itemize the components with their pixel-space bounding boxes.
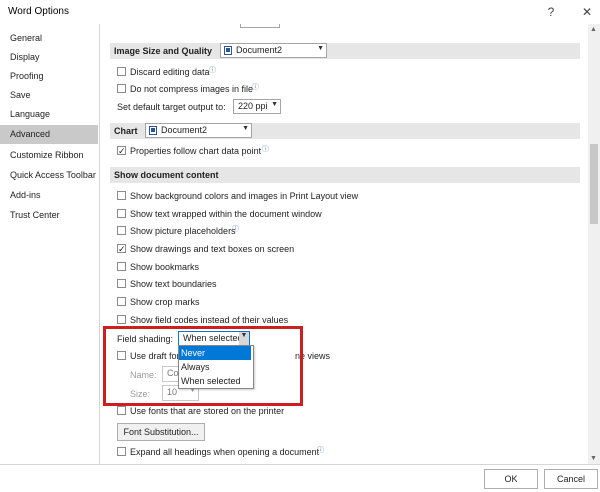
- show-field-codes-checkbox[interactable]: [117, 315, 126, 324]
- expand-headings-checkbox[interactable]: [117, 447, 126, 456]
- section-title: Show document content: [114, 170, 219, 180]
- image-size-document-select[interactable]: Document2 ▼: [220, 43, 327, 58]
- target-output-value: 220 ppi: [238, 101, 268, 111]
- show-text-boundaries-row[interactable]: Show text boundaries: [117, 277, 517, 291]
- show-bookmarks-row[interactable]: Show bookmarks: [117, 260, 517, 274]
- sidebar-item-general[interactable]: General: [0, 29, 98, 48]
- show-drawings-checkbox[interactable]: [117, 242, 126, 256]
- sidebar-item-quick-access-toolbar[interactable]: Quick Access Toolbar: [0, 166, 98, 185]
- ok-button[interactable]: OK: [484, 469, 538, 489]
- sidebar-item-customize-ribbon[interactable]: Customize Ribbon: [0, 146, 98, 165]
- close-button[interactable]: ✕: [577, 3, 597, 21]
- show-crop-marks-label: Show crop marks: [130, 297, 200, 307]
- show-field-codes-label: Show field codes instead of their values: [130, 315, 289, 325]
- show-text-boundaries-checkbox[interactable]: [117, 279, 126, 288]
- info-icon: ⓘ: [252, 84, 259, 91]
- sidebar-item-language[interactable]: Language: [0, 105, 98, 124]
- show-background-checkbox[interactable]: [117, 191, 126, 200]
- scroll-thumb[interactable]: [590, 144, 598, 224]
- sidebar: General Display Proofing Save Language A…: [0, 24, 100, 464]
- chevron-down-icon: ▼: [317, 45, 324, 52]
- show-text-wrapped-label: Show text wrapped within the document wi…: [130, 209, 322, 219]
- chevron-down-icon: ▼: [242, 125, 249, 132]
- cancel-button[interactable]: Cancel: [544, 469, 598, 489]
- show-drawings-label: Show drawings and text boxes on screen: [130, 244, 295, 254]
- title-bar: Word Options ? ✕: [0, 0, 600, 24]
- sidebar-item-display[interactable]: Display: [0, 48, 98, 67]
- partial-combo[interactable]: [240, 24, 280, 28]
- show-crop-marks-row[interactable]: Show crop marks: [117, 295, 517, 309]
- section-show-document-content: Show document content: [110, 167, 580, 183]
- sidebar-item-add-ins[interactable]: Add-ins: [0, 186, 98, 205]
- help-button[interactable]: ?: [541, 3, 561, 21]
- show-text-wrapped-row[interactable]: Show text wrapped within the document wi…: [117, 207, 517, 221]
- show-crop-marks-checkbox[interactable]: [117, 297, 126, 306]
- window-title: Word Options: [8, 6, 69, 17]
- show-text-wrapped-checkbox[interactable]: [117, 209, 126, 218]
- show-text-boundaries-label: Show text boundaries: [130, 279, 217, 289]
- scroll-up-icon[interactable]: ▲: [590, 26, 597, 33]
- chevron-down-icon: ▼: [271, 101, 278, 108]
- show-picture-placeholders-row[interactable]: Show picture placeholders ⓘ: [117, 224, 517, 238]
- discard-editing-label: Discard editing data: [130, 67, 210, 77]
- document-name: Document2: [236, 45, 283, 55]
- section-title: Chart: [114, 126, 138, 136]
- target-output-select[interactable]: 220 ppi ▼: [233, 99, 281, 114]
- info-icon: ⓘ: [262, 146, 269, 153]
- follow-data-point-label: Properties follow chart data point: [130, 146, 262, 156]
- discard-editing-checkbox[interactable]: [117, 67, 126, 76]
- show-background-row[interactable]: Show background colors and images in Pri…: [117, 189, 517, 203]
- show-background-label: Show background colors and images in Pri…: [130, 191, 359, 201]
- section-image-size: Image Size and Quality: [110, 43, 580, 59]
- info-icon: ⓘ: [232, 226, 239, 233]
- show-bookmarks-checkbox[interactable]: [117, 262, 126, 271]
- no-compress-label: Do not compress images in file: [130, 84, 254, 94]
- section-title: Image Size and Quality: [114, 46, 213, 56]
- font-substitution-button[interactable]: Font Substitution...: [117, 423, 205, 441]
- document-name: Document2: [161, 125, 208, 135]
- highlight-box: [103, 326, 303, 406]
- show-picture-placeholders-checkbox[interactable]: [117, 226, 126, 235]
- dialog-footer: OK Cancel: [0, 464, 600, 492]
- document-icon: [224, 46, 232, 55]
- expand-headings-label: Expand all headings when opening a docum…: [130, 447, 320, 457]
- sidebar-item-advanced[interactable]: Advanced: [0, 125, 98, 144]
- document-icon: [149, 126, 157, 135]
- info-icon: ⓘ: [317, 447, 324, 454]
- printer-fonts-label: Use fonts that are stored on the printer: [130, 406, 285, 416]
- sidebar-item-trust-center[interactable]: Trust Center: [0, 206, 98, 225]
- target-output-label: Set default target output to:: [117, 102, 226, 112]
- chart-document-select[interactable]: Document2 ▼: [145, 123, 252, 138]
- follow-data-point-row[interactable]: Properties follow chart data point ⓘ: [117, 144, 417, 158]
- sidebar-item-save[interactable]: Save: [0, 86, 98, 105]
- vertical-scrollbar[interactable]: ▲ ▼: [588, 24, 600, 464]
- expand-headings-row[interactable]: Expand all headings when opening a docum…: [117, 445, 517, 459]
- discard-editing-row[interactable]: Discard editing data ⓘ: [117, 65, 417, 79]
- info-icon: ⓘ: [209, 67, 216, 74]
- printer-fonts-checkbox[interactable]: [117, 406, 126, 415]
- show-drawings-row[interactable]: Show drawings and text boxes on screen: [117, 242, 517, 256]
- show-picture-placeholders-label: Show picture placeholders: [130, 226, 236, 236]
- sidebar-item-proofing[interactable]: Proofing: [0, 67, 98, 86]
- no-compress-checkbox[interactable]: [117, 84, 126, 93]
- printer-fonts-row[interactable]: Use fonts that are stored on the printer: [117, 404, 417, 418]
- scroll-down-icon[interactable]: ▼: [590, 455, 597, 462]
- show-field-codes-row[interactable]: Show field codes instead of their values: [117, 313, 517, 327]
- follow-data-point-checkbox[interactable]: [117, 144, 126, 158]
- no-compress-row[interactable]: Do not compress images in file ⓘ: [117, 82, 417, 96]
- show-bookmarks-label: Show bookmarks: [130, 262, 200, 272]
